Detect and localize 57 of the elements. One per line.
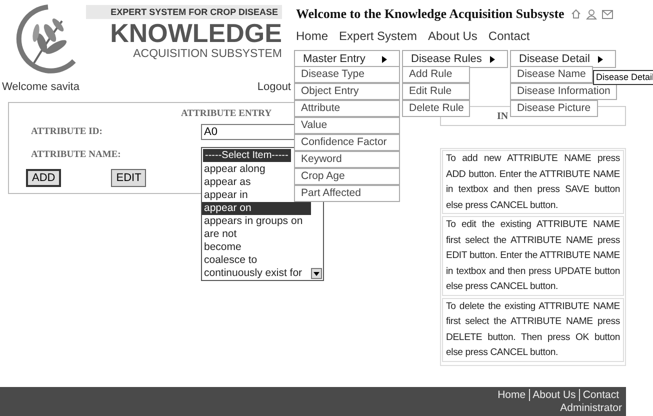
nav-link[interactable]: Home <box>296 29 328 43</box>
menu-item[interactable]: Disease Information <box>510 83 618 100</box>
menu-item[interactable]: Delete Rule <box>402 100 470 117</box>
menu-item[interactable]: Disease Detail <box>510 50 616 68</box>
menu-item[interactable]: Value <box>294 117 400 134</box>
menu-item[interactable]: Edit Rule <box>402 83 470 100</box>
list-option[interactable]: appear along <box>202 163 266 176</box>
action-button[interactable]: ADD <box>26 169 62 187</box>
menu-item[interactable]: Disease Picture <box>510 100 598 117</box>
action-button[interactable]: EDIT <box>111 169 146 187</box>
logo-subtitle: ACQUISITION SUBSYSTEM <box>133 47 282 61</box>
field-label: ATTRIBUTE NAME: <box>30 150 122 160</box>
menu-item[interactable]: Part Affected <box>294 185 400 202</box>
menu-item[interactable]: Object Entry <box>294 83 400 100</box>
instructions-title: IN <box>497 111 508 122</box>
nav-link[interactable]: Contact <box>488 29 530 43</box>
field-label: ATTRIBUTE ID: <box>30 127 104 137</box>
menu-item[interactable]: Add Rule <box>402 66 470 83</box>
nav-link[interactable]: Expert System <box>339 29 418 43</box>
instruction-text: To add new ATTRIBUTE NAME press ADD button. Enter the ATTRIBUTE NAME in textbox and then press SAVE button else press CANCEL button. <box>442 150 624 214</box>
submenu-arrow-icon <box>490 56 495 62</box>
list-option[interactable]: are not <box>202 228 237 241</box>
footer-link[interactable]: Home <box>494 389 529 401</box>
menu-item[interactable]: Disease Type <box>294 66 400 83</box>
list-option[interactable]: continuously exist for <box>202 267 302 280</box>
form-title: ATTRIBUTE ENTRY <box>181 109 273 119</box>
list-option[interactable]: appear in <box>202 189 248 202</box>
menu-item[interactable]: Keyword <box>294 151 400 168</box>
submenu-arrow-icon <box>598 56 603 62</box>
input-field[interactable]: A0 <box>201 124 296 140</box>
tagline: EXPERT SYSTEM FOR CROP DISEASE <box>86 5 282 19</box>
scroll-down-icon[interactable] <box>311 268 322 279</box>
instruction-text: To delete the existing ATTRIBUTE NAME first select the ATTRIBUTE NAME press DELETE button. Then press OK button else press CANCEL button. <box>442 298 624 362</box>
list-option[interactable]: appears in groups on <box>202 215 303 228</box>
user-icon[interactable] <box>586 8 598 20</box>
home-icon[interactable] <box>571 9 582 19</box>
menu-item[interactable]: Crop Age <box>294 168 400 185</box>
logo-title: KNOWLEDGE <box>110 19 282 47</box>
menu-item[interactable]: Attribute <box>294 100 400 117</box>
instruction-text: To edit the existing ATTRIBUTE NAME first select the ATTRIBUTE NAME press EDIT button. Enter the ATTRIBUTE NAME in textbox and then press UPDATE button else press CANCEL button. <box>442 216 624 296</box>
list-option[interactable]: appear on <box>202 202 311 215</box>
mail-icon[interactable] <box>602 10 614 18</box>
list-option[interactable]: appear as <box>202 176 251 189</box>
logout-link[interactable]: Logout <box>257 81 291 102</box>
menu-item[interactable]: Disease Rules <box>402 50 508 68</box>
footer-link[interactable]: About Us <box>528 389 579 401</box>
list-option[interactable]: coalesce to <box>202 254 258 267</box>
page-title: Welcome to the Knowledge Acquisition Subsyste <box>296 6 564 22</box>
submenu-arrow-icon <box>382 56 387 62</box>
menu-item[interactable]: Disease Name <box>510 66 593 83</box>
user-role: Administrator <box>560 402 622 414</box>
select-field[interactable]: -----Select Item----- <box>203 149 291 162</box>
welcome-text: Welcome savita <box>2 81 80 95</box>
menu-item[interactable]: Confidence Factor <box>294 134 400 151</box>
footer-link[interactable]: Contact <box>578 389 622 401</box>
nav-link[interactable]: About Us <box>428 29 478 43</box>
list-option[interactable]: become <box>202 241 242 254</box>
